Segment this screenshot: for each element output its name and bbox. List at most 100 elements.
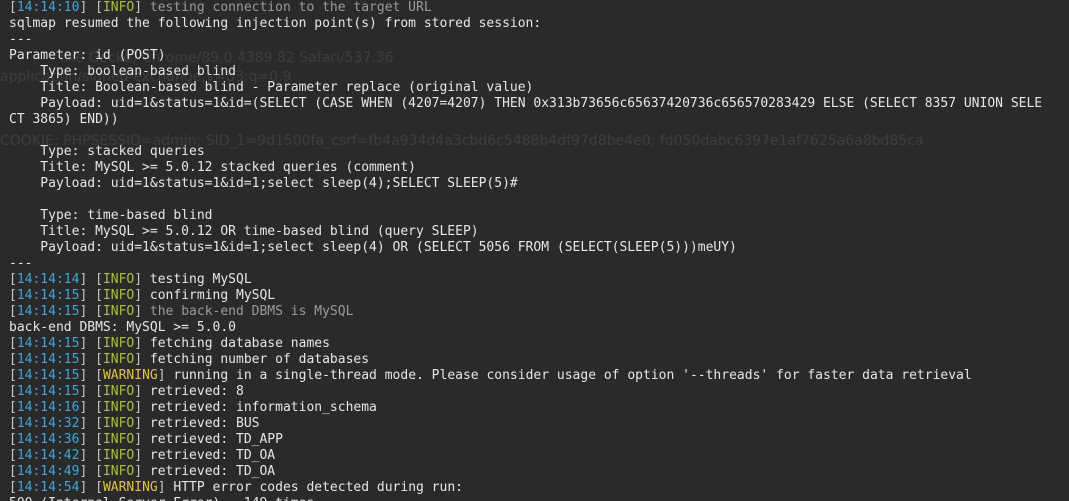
log-line: [14:14:15] [INFO] confirming MySQL [9, 288, 1069, 304]
output-text: Parameter: id (POST) [9, 48, 166, 63]
output-line: Payload: uid=1&status=1&id=1;select slee… [9, 240, 1069, 256]
log-message: HTTP error codes detected during run: [173, 480, 463, 495]
bracket: ] [134, 432, 150, 447]
output-line: back-end DBMS: MySQL >= 5.0.0 [9, 320, 1069, 336]
bracket: ] [ [79, 416, 103, 431]
bracket: ] [ [79, 432, 103, 447]
bracket: [ [9, 384, 17, 399]
output-line: Title: Boolean-based blind - Parameter r… [9, 80, 1069, 96]
output-text: Type: time-based blind [9, 208, 213, 223]
bracket: ] [ [79, 480, 103, 495]
bracket: ] [ [79, 336, 103, 351]
output-text: Payload: uid=1&status=1&id=1;select slee… [9, 176, 518, 191]
bracket: ] [ [79, 448, 103, 463]
log-line: [14:14:15] [INFO] fetching database name… [9, 336, 1069, 352]
bracket: ] [134, 304, 150, 319]
log-timestamp: 14:14:36 [16, 432, 80, 447]
bracket: ] [ [79, 400, 103, 415]
log-timestamp: 14:14:15 [16, 336, 80, 351]
log-line: [14:14:15] [INFO] fetching number of dat… [9, 352, 1069, 368]
output-line: Payload: uid=1&status=1&id=(SELECT (CASE… [9, 96, 1069, 112]
log-line: [14:14:32] [INFO] retrieved: BUS [9, 416, 1069, 432]
log-timestamp: 14:14:15 [16, 288, 80, 303]
bracket: ] [134, 384, 150, 399]
log-timestamp: 14:14:15 [16, 384, 80, 399]
log-timestamp: 14:14:14 [16, 272, 80, 287]
bracket: [ [9, 336, 17, 351]
log-level: INFO [102, 304, 135, 319]
bracket: ] [134, 336, 150, 351]
output-text: 500 (Internal Server Error) - 149 times [9, 496, 314, 501]
log-level: INFO [102, 288, 135, 303]
bracket: [ [9, 0, 17, 15]
log-timestamp: 14:14:16 [16, 400, 80, 415]
log-level: INFO [102, 384, 135, 399]
output-text: --- [9, 32, 33, 47]
bracket: ] [ [79, 304, 103, 319]
output-text: sqlmap resumed the following injection p… [9, 16, 542, 31]
log-level: INFO [102, 448, 135, 463]
log-line: [14:14:54] [WARNING] HTTP error codes de… [9, 480, 1069, 496]
output-text: back-end DBMS: MySQL >= 5.0.0 [9, 320, 236, 335]
log-line: [14:14:16] [INFO] retrieved: information… [9, 400, 1069, 416]
bracket: [ [9, 400, 17, 415]
log-level: WARNING [102, 368, 158, 383]
log-message: the back-end DBMS is MySQL [149, 304, 354, 319]
output-line: 500 (Internal Server Error) - 149 times [9, 496, 1069, 501]
log-message: retrieved: information_schema [149, 400, 377, 415]
bracket: ] [ [79, 352, 103, 367]
bracket: ] [157, 368, 174, 383]
log-message: retrieved: TD_APP [149, 432, 283, 447]
log-level: INFO [102, 432, 135, 447]
log-line: [14:14:36] [INFO] retrieved: TD_APP [9, 432, 1069, 448]
output-text: Payload: uid=1&status=1&id=(SELECT (CASE… [9, 96, 1043, 111]
output-text: Title: MySQL >= 5.0.12 stacked queries (… [9, 160, 416, 175]
output-line: Type: boolean-based blind [9, 64, 1069, 80]
log-line: [14:14:15] [WARNING] running in a single… [9, 368, 1069, 384]
bracket: ] [ [79, 368, 103, 383]
log-timestamp: 14:14:15 [16, 368, 80, 383]
bracket: ] [ [79, 464, 103, 479]
terminal-window[interactable]: like Gecko) Chrome/89.0.4389.82 Safari/5… [0, 0, 1069, 501]
log-message: retrieved: 8 [149, 384, 244, 399]
terminal-output: [14:14:10] [INFO] testing connection to … [9, 0, 1069, 501]
bracket: [ [9, 272, 17, 287]
bracket: [ [9, 352, 17, 367]
bracket: [ [9, 288, 17, 303]
output-text: Type: boolean-based blind [9, 64, 236, 79]
bracket: ] [ [79, 0, 103, 15]
log-level: INFO [102, 336, 135, 351]
bracket: ] [134, 416, 150, 431]
log-message: fetching number of databases [149, 352, 370, 367]
output-line: Parameter: id (POST) [9, 48, 1069, 64]
output-line: --- [9, 256, 1069, 272]
output-text: Type: stacked queries [9, 144, 205, 159]
output-line: Payload: uid=1&status=1&id=1;select slee… [9, 176, 1069, 192]
log-level: INFO [102, 352, 135, 367]
log-message: confirming MySQL [149, 288, 276, 303]
bracket: ] [134, 400, 150, 415]
output-line: Type: stacked queries [9, 144, 1069, 160]
bracket: ] [134, 448, 150, 463]
log-level: INFO [102, 400, 135, 415]
bracket: ] [134, 464, 150, 479]
log-level: INFO [102, 416, 135, 431]
bracket: ] [157, 480, 174, 495]
bracket: [ [9, 480, 17, 495]
log-line: [14:14:15] [INFO] the back-end DBMS is M… [9, 304, 1069, 320]
log-message: retrieved: TD_OA [149, 448, 276, 463]
bracket: ] [134, 352, 150, 367]
bracket: [ [9, 416, 17, 431]
log-level: WARNING [102, 480, 158, 495]
log-timestamp: 14:14:10 [16, 0, 80, 15]
log-line: [14:14:15] [INFO] retrieved: 8 [9, 384, 1069, 400]
bracket: [ [9, 448, 17, 463]
log-message: running in a single-thread mode. Please … [173, 368, 972, 383]
log-line: [14:14:10] [INFO] testing connection to … [9, 0, 1069, 16]
output-line: Type: time-based blind [9, 208, 1069, 224]
bracket: [ [9, 432, 17, 447]
bracket: [ [9, 368, 17, 383]
log-level: INFO [102, 0, 135, 15]
output-text: CT 3865) END)) [9, 112, 119, 127]
